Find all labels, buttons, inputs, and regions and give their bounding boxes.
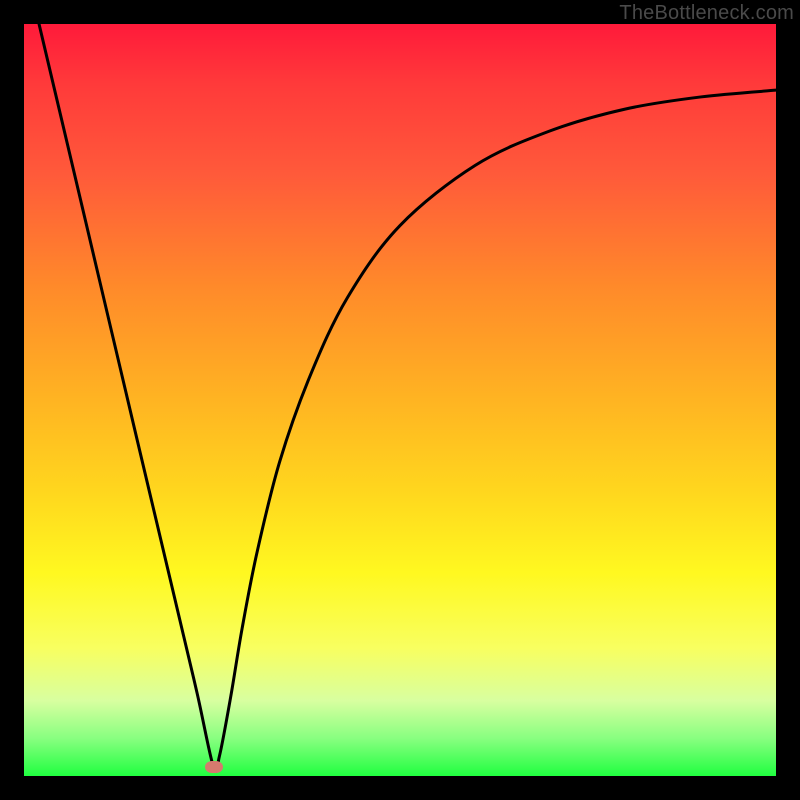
optimum-marker <box>205 761 223 773</box>
chart-area <box>24 24 776 776</box>
bottleneck-curve <box>24 24 776 776</box>
attribution-text: TheBottleneck.com <box>619 2 794 25</box>
